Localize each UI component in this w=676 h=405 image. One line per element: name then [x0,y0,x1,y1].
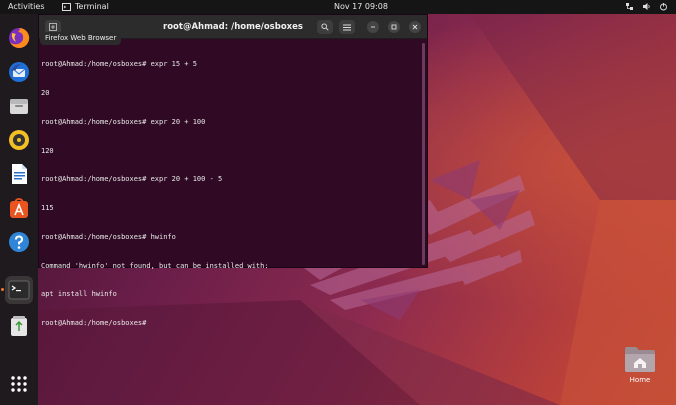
desktop-home-icon[interactable]: Home [621,345,659,393]
close-button[interactable] [409,21,421,33]
activities-button[interactable]: Activities [8,2,45,11]
dock-item-thunderbird[interactable] [5,58,33,86]
firefox-icon [9,27,30,48]
minimize-button[interactable] [367,21,379,33]
power-icon [660,3,667,11]
rhythmbox-icon [9,130,29,150]
dock [0,14,38,405]
terminal-line: 20 [41,88,50,97]
clock[interactable]: Nov 17 09:08 [334,2,388,11]
terminal-line: root@Ahmad:/home/osboxes# expr 20 + 100 … [41,175,223,184]
running-indicator [1,288,4,291]
dock-item-files[interactable] [5,92,33,120]
maximize-button[interactable] [388,21,400,33]
terminal-line: 120 [41,146,54,155]
dock-tooltip: Firefox Web Browser [40,32,122,45]
close-icon [412,24,418,30]
hamburger-icon [343,24,351,30]
app-center-icon [10,198,28,218]
terminal-line: apt install hwinfo [41,290,117,299]
top-bar: Activities Terminal Nov 17 09:08 [0,0,676,14]
terminal-line: Command 'hwinfo' not found, but can be i… [41,261,269,270]
search-button[interactable] [317,20,333,34]
dock-item-writer[interactable] [5,160,33,188]
terminal-line: root@Ahmad:/home/osboxes# [41,319,151,328]
trash-icon [11,316,27,336]
dock-item-firefox[interactable] [5,24,33,52]
app-menu[interactable]: Terminal [62,2,109,11]
home-label: Home [629,376,651,384]
minimize-icon [371,26,375,28]
dock-item-show-apps[interactable] [5,370,33,398]
terminal-output[interactable]: root@Ahmad:/home/osboxes# expr 15 + 5 20… [41,41,423,327]
volume-icon [643,3,650,10]
dock-item-help[interactable] [5,228,33,256]
terminal-icon [8,280,30,300]
dock-item-terminal[interactable] [5,276,33,304]
terminal-line: root@Ahmad:/home/osboxes# expr 20 + 100 [41,117,206,126]
menu-button[interactable] [339,20,355,34]
app-menu-label: Terminal [75,2,109,11]
show-apps-icon [11,376,27,392]
dock-item-rhythmbox[interactable] [5,126,33,154]
terminal-window[interactable]: root@Ahmad: /home/osboxes root@Ahmad:/ho… [38,14,428,327]
search-icon [321,23,329,31]
scrollbar[interactable] [422,43,425,265]
maximize-icon [391,24,397,30]
libreoffice-writer-icon [12,164,27,184]
dock-item-app-center[interactable] [5,194,33,222]
terminal-small-icon [62,2,71,11]
system-tray[interactable] [625,2,668,11]
network-icon [626,3,633,10]
terminal-line: 115 [41,204,54,213]
home-folder-icon [625,347,655,372]
help-icon [9,232,29,252]
thunderbird-icon [9,62,29,82]
files-icon [10,99,28,114]
terminal-line: root@Ahmad:/home/osboxes# hwinfo [41,232,176,241]
dock-item-trash[interactable] [5,312,33,340]
terminal-line: root@Ahmad:/home/osboxes# expr 15 + 5 [41,60,197,69]
